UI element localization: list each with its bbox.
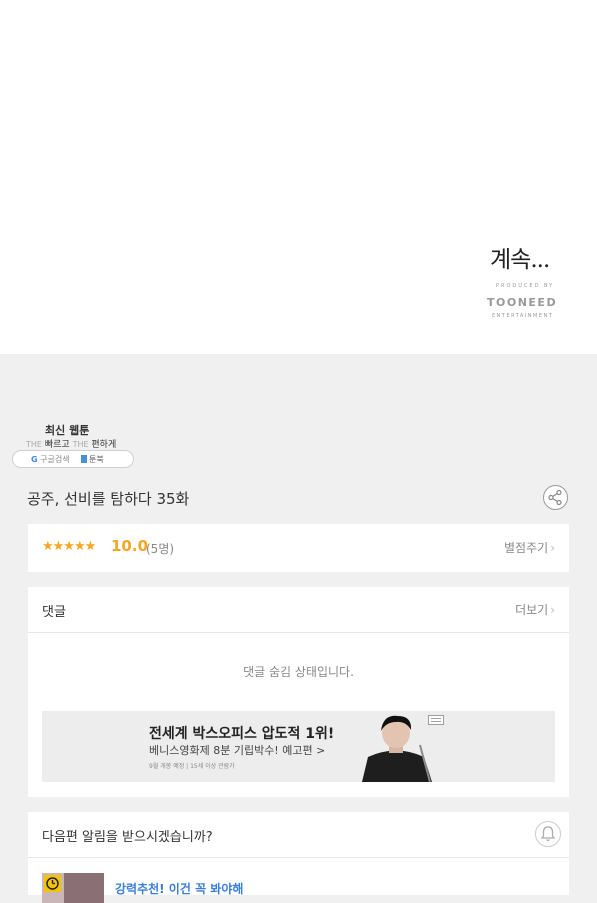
- comments-hidden-message: 댓글 숨김 상태입니다.: [243, 665, 354, 679]
- promo-the-2: THE: [72, 440, 89, 449]
- comments-more-label: 더보기: [515, 603, 549, 617]
- studio-sub-text: ENTERTAINMENT: [492, 313, 554, 319]
- divider: [28, 857, 569, 858]
- divider: [28, 632, 569, 633]
- site-name-text: 툰북: [89, 455, 104, 464]
- to-be-continued-text: 계속...: [490, 247, 550, 273]
- bell-icon: [540, 826, 556, 842]
- recommend-link[interactable]: 강력추천! 이건 꼭 봐야해: [115, 880, 243, 897]
- ad-headline: 전세계 박스오피스 압도적 1위!: [149, 726, 335, 742]
- ad-fine-print: 9월 개봉 예정 | 15세 이상 관람가: [149, 763, 235, 770]
- book-icon: [81, 455, 87, 463]
- ad-options-icon[interactable]: [428, 715, 444, 725]
- promo-easier: 편하게: [91, 440, 117, 450]
- thumbnail-image: [64, 873, 104, 903]
- google-search-label: G 구글검색: [31, 454, 70, 465]
- google-search-text: 구글검색: [40, 455, 70, 464]
- clock-icon: [44, 875, 61, 892]
- promo-the-1: THE: [26, 440, 42, 449]
- promo-search-pill[interactable]: G 구글검색 툰북: [12, 450, 134, 468]
- ad-subline: 베니스영화제 8분 기립박수! 예고편 >: [149, 744, 326, 757]
- episode-title: 공주, 선비를 탐하다 35화: [27, 490, 190, 508]
- comments-label: 댓글: [42, 605, 66, 620]
- notify-question: 다음편 알림을 받으시겠습니까?: [42, 830, 213, 845]
- star-rating-icon: ★★★★★: [42, 539, 96, 554]
- comments-more-button[interactable]: 더보기 ›: [515, 601, 555, 618]
- rating-score: 10.0: [111, 537, 149, 555]
- share-icon: [548, 489, 562, 506]
- studio-logo: TOONEED: [487, 296, 558, 309]
- share-button[interactable]: [543, 485, 568, 510]
- promo-tagline: THE 빠르고 THE 편하게: [26, 437, 116, 450]
- rating-card: ★★★★★ 10.0 (5명) 별점주기 ›: [28, 524, 569, 572]
- rate-button-label: 별점주기: [504, 541, 549, 555]
- promo-badge[interactable]: 최신 웹툰 THE 빠르고 THE 편하게 G 구글검색 툰북: [12, 420, 134, 468]
- recommend-thumbnail[interactable]: [42, 873, 104, 903]
- episode-end-panel: 계속... PRODUCED BY TOONEED ENTERTAINMENT: [0, 0, 597, 354]
- rate-button[interactable]: 별점주기 ›: [504, 539, 555, 556]
- comments-card: 댓글 더보기 › 댓글 숨김 상태입니다. 전세계 박스오피스 압도적 1위! 베…: [28, 587, 569, 797]
- notify-card: 다음편 알림을 받으시겠습니까? 강력추천! 이건 꼭 봐야해: [28, 812, 569, 903]
- promo-faster: 빠르고: [44, 440, 70, 450]
- rating-vote-count: (5명): [146, 542, 175, 556]
- google-icon: G: [31, 455, 38, 464]
- ad-banner[interactable]: 전세계 박스오피스 압도적 1위! 베니스영화제 8분 기립박수! 예고편 > …: [42, 711, 555, 782]
- produced-by-text: PRODUCED BY: [496, 283, 555, 289]
- site-name-label: 툰북: [81, 454, 104, 465]
- promo-title: 최신 웹툰: [45, 424, 90, 437]
- notify-bell-button[interactable]: [535, 821, 561, 847]
- chevron-right-icon: ›: [550, 541, 555, 555]
- chevron-right-icon: ›: [550, 603, 555, 617]
